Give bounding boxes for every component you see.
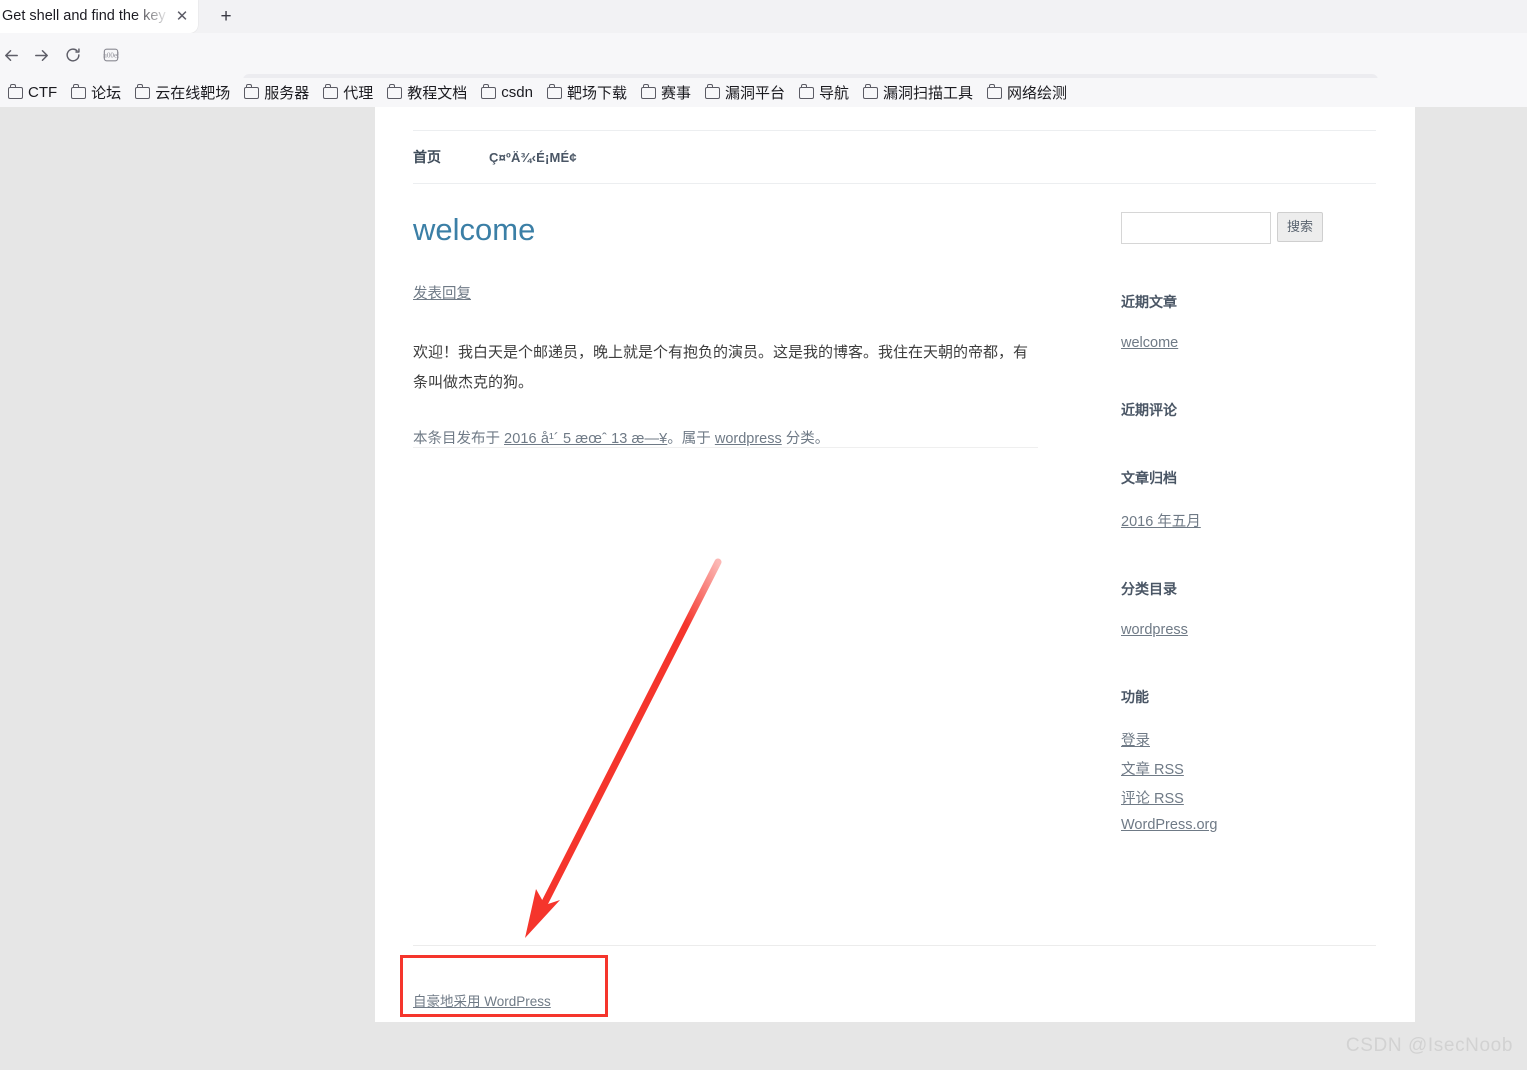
bookmark-item[interactable]: 网络绘测 xyxy=(981,81,1073,105)
tab-title: Get shell and find the key xyxy=(2,8,166,24)
site-navigation: 首页 Ç¤ºÄ¾‹É¡MÉ¢ xyxy=(413,130,1376,184)
sidebar: 搜索 近期文章 welcome 近期评论 文章归档 2016 年五月 分类目录 … xyxy=(1121,212,1371,842)
bookmark-item[interactable]: 靶场下载 xyxy=(541,81,633,105)
widget-meta: 功能 登录 文章 RSS 评论 RSS WordPress.org xyxy=(1121,687,1371,834)
folder-icon xyxy=(704,84,720,99)
bookmark-item[interactable]: 教程文档 xyxy=(381,81,473,105)
widget-recent-comments: 近期评论 xyxy=(1121,400,1371,420)
list-item: 评论 RSS xyxy=(1121,787,1371,808)
post-body: 欢迎！我白天是个邮递员，晚上就是个有抱负的演员。这是我的博客。我住在天朝的帝都，… xyxy=(413,343,1029,391)
forward-arrow-icon[interactable] xyxy=(26,40,56,70)
folder-icon xyxy=(71,84,87,99)
comments-rss-link[interactable]: 评论 RSS xyxy=(1121,791,1184,807)
bookmark-item[interactable]: 漏洞平台 xyxy=(699,81,791,105)
category-link[interactable]: wordpress xyxy=(1121,622,1188,638)
search-button[interactable]: 搜索 xyxy=(1277,212,1324,242)
bookmark-label: 漏洞扫描工具 xyxy=(883,85,974,102)
bookmarks-bar: CTF 论坛 云在线靶场 服务器 代理 教程文档 csdn 靶场下载 赛事 漏洞… xyxy=(0,78,1527,107)
folder-icon xyxy=(244,84,260,99)
folder-icon xyxy=(323,84,339,99)
list-item: welcome xyxy=(1121,334,1371,352)
list-item: 2016 年五月 xyxy=(1121,510,1371,531)
bookmark-label: 靶场下载 xyxy=(566,85,627,102)
close-icon[interactable]: ✕ xyxy=(170,5,194,29)
folder-icon xyxy=(481,84,497,99)
wordpress-org-link[interactable]: WordPress.org xyxy=(1121,817,1217,833)
back-arrow-icon[interactable] xyxy=(0,40,26,70)
new-tab-button[interactable]: + xyxy=(212,4,240,30)
list-item: 文章 RSS xyxy=(1121,758,1371,779)
browser-chrome: Get shell and find the key ✕ + \u00e6 12… xyxy=(0,0,1527,107)
nav-item-home[interactable]: 首页 xyxy=(413,147,441,167)
folder-icon xyxy=(8,84,23,99)
bookmark-item[interactable]: 赛事 xyxy=(635,81,697,105)
page-title[interactable]: welcome xyxy=(413,212,1043,248)
bookmark-label: 网络绘测 xyxy=(1007,85,1068,102)
post-divider xyxy=(413,447,1038,448)
list-item: wordpress xyxy=(1121,621,1371,639)
folder-icon xyxy=(987,84,1003,99)
post-category-link[interactable]: wordpress xyxy=(715,431,782,447)
navigation-bar: \u00e6 124.70.71.251:47438 A \u6587 xyxy=(0,33,1527,104)
bookmark-label: 服务器 xyxy=(264,85,310,102)
proudly-powered-by-wordpress-link[interactable]: 自豪地采用 WordPress xyxy=(413,990,551,1010)
bookmark-label: 论坛 xyxy=(91,85,122,102)
article: welcome 发表回复 欢迎！我白天是个邮递员，晚上就是个有抱负的演员。这是我… xyxy=(413,212,1043,466)
folder-icon xyxy=(640,84,656,99)
post-meta-prefix: 本条目发布于 xyxy=(413,430,505,447)
folder-icon xyxy=(863,84,878,99)
tab-strip: Get shell and find the key ✕ + xyxy=(0,0,1527,33)
leave-reply-link[interactable]: 发表回复 xyxy=(413,282,1043,303)
bookmark-item[interactable]: 漏洞扫描工具 xyxy=(857,81,979,105)
widget-title: 文章归档 xyxy=(1121,470,1177,486)
search-widget: 搜索 xyxy=(1121,212,1371,244)
widget-recent-posts: 近期文章 welcome xyxy=(1121,292,1371,352)
widget-title: 近期评论 xyxy=(1121,402,1177,418)
post-date-link[interactable]: 2016 å¹´ 5 æœˆ 13 æ—¥ xyxy=(504,431,667,447)
page-viewport: 首页 Ç¤ºÄ¾‹É¡MÉ¢ welcome 发表回复 欢迎！我白天是个邮递员，… xyxy=(0,107,1527,1070)
widget-title: 分类目录 xyxy=(1121,581,1177,597)
bookmark-item[interactable]: 论坛 xyxy=(65,81,127,105)
bookmark-item[interactable]: csdn xyxy=(475,81,539,105)
bookmark-label: 教程文档 xyxy=(407,85,468,102)
nav-item-sample-page[interactable]: Ç¤ºÄ¾‹É¡MÉ¢ xyxy=(489,150,577,165)
folder-icon xyxy=(546,84,562,99)
search-input[interactable] xyxy=(1121,212,1271,244)
bookmark-item[interactable]: 代理 xyxy=(317,81,379,105)
folder-icon xyxy=(798,84,814,99)
folder-icon xyxy=(387,84,403,99)
bookmark-label: 代理 xyxy=(343,85,374,102)
entries-rss-link[interactable]: 文章 RSS xyxy=(1121,762,1184,778)
folder-icon xyxy=(135,84,151,99)
list-item: 登录 xyxy=(1121,729,1371,750)
recent-post-link[interactable]: welcome xyxy=(1121,335,1178,351)
svg-text:\u00e6: \u00e6 xyxy=(103,52,119,60)
post-meta-suffix: 分类。 xyxy=(781,430,830,447)
post-meta-middle: 。属于 xyxy=(667,430,715,447)
site-footer: 自豪地采用 WordPress xyxy=(413,945,1376,1009)
bookmark-label: 漏洞平台 xyxy=(724,85,785,102)
bookmark-item[interactable]: 导航 xyxy=(793,81,855,105)
reader-mode-icon[interactable]: \u00e6 xyxy=(96,40,126,70)
bookmark-item[interactable]: 服务器 xyxy=(238,81,315,105)
wordpress-page: 首页 Ç¤ºÄ¾‹É¡MÉ¢ welcome 发表回复 欢迎！我白天是个邮递员，… xyxy=(375,107,1415,1022)
bookmark-label: CTF xyxy=(28,84,58,101)
archive-link[interactable]: 2016 年五月 xyxy=(1121,514,1201,530)
bookmark-item[interactable]: CTF xyxy=(2,81,63,105)
bookmark-label: 导航 xyxy=(818,85,849,102)
bookmark-label: csdn xyxy=(501,84,533,101)
login-link[interactable]: 登录 xyxy=(1121,733,1150,749)
bookmark-item[interactable]: 云在线靶场 xyxy=(129,81,236,105)
widget-title: 功能 xyxy=(1121,689,1149,705)
csdn-watermark: CSDN @IsecNoob xyxy=(1345,1035,1513,1056)
bookmark-label: 云在线靶场 xyxy=(155,85,231,102)
reload-icon[interactable] xyxy=(58,40,88,70)
widget-categories: 分类目录 wordpress xyxy=(1121,579,1371,639)
browser-tab[interactable]: Get shell and find the key ✕ xyxy=(0,0,198,33)
widget-archives: 文章归档 2016 年五月 xyxy=(1121,468,1371,531)
list-item: WordPress.org xyxy=(1121,816,1371,834)
widget-title: 近期文章 xyxy=(1121,294,1177,310)
bookmark-label: 赛事 xyxy=(660,85,691,102)
